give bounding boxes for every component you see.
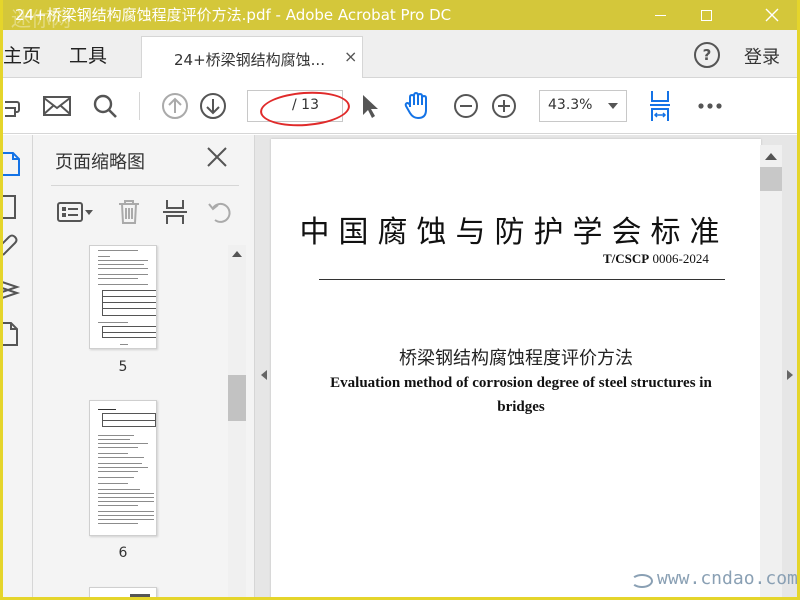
chevron-down-icon — [608, 103, 618, 109]
document-scroll-thumb[interactable] — [760, 167, 782, 191]
thumbnails-list: 5 6 — [33, 245, 228, 597]
left-icon-rail — [3, 135, 33, 597]
standard-title: 中国腐蚀与防护学会标准 — [299, 215, 729, 250]
scroll-up-icon[interactable] — [765, 153, 777, 160]
fit-page-icon — [650, 91, 670, 121]
zoom-in-icon — [492, 94, 516, 118]
minimize-icon — [654, 14, 666, 16]
rail-page-thumbnails[interactable] — [3, 149, 25, 177]
next-page-icon — [200, 93, 226, 119]
chinese-document-name: 桥梁钢结构腐蚀程度评价方法 — [399, 348, 633, 369]
rail-document[interactable] — [3, 319, 25, 347]
select-cursor-icon — [363, 95, 378, 118]
delete-icon — [119, 200, 139, 224]
fit-page-button[interactable] — [643, 78, 677, 134]
thumbnail-page-number: 5 — [118, 359, 128, 375]
watermark-bottom-right: www.cndao.com — [657, 568, 798, 589]
maximize-button[interactable] — [683, 0, 729, 30]
english-document-name: Evaluation method of corrosion degree of… — [330, 375, 712, 415]
expand-right-panel-icon[interactable] — [787, 370, 793, 380]
collapse-left-panel-icon[interactable] — [261, 370, 267, 380]
hand-tool-icon — [404, 92, 427, 119]
options-icon — [57, 202, 93, 222]
previous-page-icon — [162, 93, 188, 119]
zoom-value: 43.3% — [548, 97, 593, 113]
thumbnail-page-7[interactable] — [89, 587, 157, 597]
minimize-button[interactable] — [637, 0, 683, 30]
title-bar: 24+桥梁钢结构腐蚀程度评价方法.pdf - Adobe Acrobat Pro… — [3, 0, 797, 31]
maximize-icon — [700, 9, 712, 21]
document-icon — [3, 322, 18, 346]
toolbar-separator — [139, 92, 140, 120]
previous-page-button[interactable] — [159, 78, 191, 134]
thumbnails-toolbar — [53, 195, 253, 229]
more-icon — [698, 103, 722, 109]
thumbnails-panel: 页面缩略图 5 6 — [33, 135, 255, 597]
rail-layers[interactable] — [3, 275, 25, 303]
title-rule — [319, 279, 725, 280]
rail-attachments[interactable] — [3, 233, 25, 261]
close-window-button[interactable] — [749, 0, 795, 30]
menu-home[interactable]: 主页 — [3, 41, 41, 68]
zoom-out-button[interactable] — [451, 78, 481, 134]
document-scrollbar[interactable] — [760, 145, 782, 597]
acrobat-window: 24+桥梁钢结构腐蚀程度评价方法.pdf - Adobe Acrobat Pro… — [0, 0, 800, 600]
zoom-in-button[interactable] — [489, 78, 519, 134]
zoom-dropdown[interactable]: 43.3% — [539, 90, 627, 122]
rail-bookmarks[interactable] — [3, 193, 25, 221]
print-button[interactable] — [3, 78, 25, 134]
thumbnails-close-button[interactable] — [205, 145, 229, 169]
search-button[interactable] — [89, 78, 121, 134]
next-page-button[interactable] — [197, 78, 229, 134]
watermark-logo-icon — [631, 574, 653, 588]
hand-tool-button[interactable] — [399, 78, 435, 134]
close-icon — [765, 8, 779, 22]
standard-code-number: 0006-2024 — [652, 251, 709, 266]
toolbar: / 13 43.3% — [3, 78, 797, 134]
email-icon — [43, 96, 71, 116]
insert-page-button[interactable] — [155, 195, 195, 229]
print-icon — [5, 101, 20, 117]
attachment-icon — [3, 234, 18, 256]
zoom-out-icon — [454, 94, 478, 118]
rotate-icon — [208, 202, 231, 223]
layers-icon — [3, 281, 21, 299]
document-view: 中国腐蚀与防护学会标准 T/CSCP 0006-2024 桥梁钢结构腐蚀程度评价… — [255, 135, 797, 597]
document-tab[interactable]: 24+桥梁钢结构腐蚀... × — [141, 36, 363, 79]
login-link[interactable]: 登录 — [744, 43, 780, 69]
standard-code: T/CSCP 0006-2024 — [603, 251, 709, 267]
window-title: 24+桥梁钢结构腐蚀程度评价方法.pdf - Adobe Acrobat Pro… — [15, 6, 452, 24]
email-button[interactable] — [41, 78, 73, 134]
select-tool-button[interactable] — [355, 78, 385, 134]
thumbnail-page-6[interactable] — [89, 400, 157, 536]
thumbnails-divider — [51, 185, 239, 186]
pdf-page: 中国腐蚀与防护学会标准 T/CSCP 0006-2024 桥梁钢结构腐蚀程度评价… — [271, 139, 761, 597]
thumbnail-page-number: 6 — [118, 545, 128, 561]
close-icon — [207, 147, 227, 167]
thumbnails-panel-title: 页面缩略图 — [55, 152, 145, 173]
menu-tools[interactable]: 工具 — [69, 41, 107, 68]
rotate-page-button[interactable] — [201, 195, 241, 229]
document-tab-close-button[interactable]: × — [344, 47, 357, 66]
bookmark-icon — [3, 195, 16, 219]
thumbnail-options-button[interactable] — [53, 195, 97, 229]
insert-page-icon — [163, 200, 187, 224]
document-tab-label: 24+桥梁钢结构腐蚀... — [174, 51, 325, 69]
more-tools-button[interactable] — [693, 78, 727, 134]
thumbnails-scroll-thumb[interactable] — [228, 375, 246, 421]
thumbnail-page-5[interactable] — [89, 245, 157, 349]
scroll-up-icon[interactable] — [232, 251, 242, 257]
search-icon — [93, 94, 117, 118]
tab-bar: 主页 工具 24+桥梁钢结构腐蚀... × ? 登录 — [3, 30, 797, 79]
thumbnails-scrollbar[interactable] — [228, 245, 246, 597]
delete-page-button[interactable] — [109, 195, 149, 229]
standard-code-prefix: T/CSCP — [603, 251, 650, 266]
help-icon[interactable]: ? — [694, 42, 720, 68]
page-thumbnails-icon — [3, 152, 20, 176]
